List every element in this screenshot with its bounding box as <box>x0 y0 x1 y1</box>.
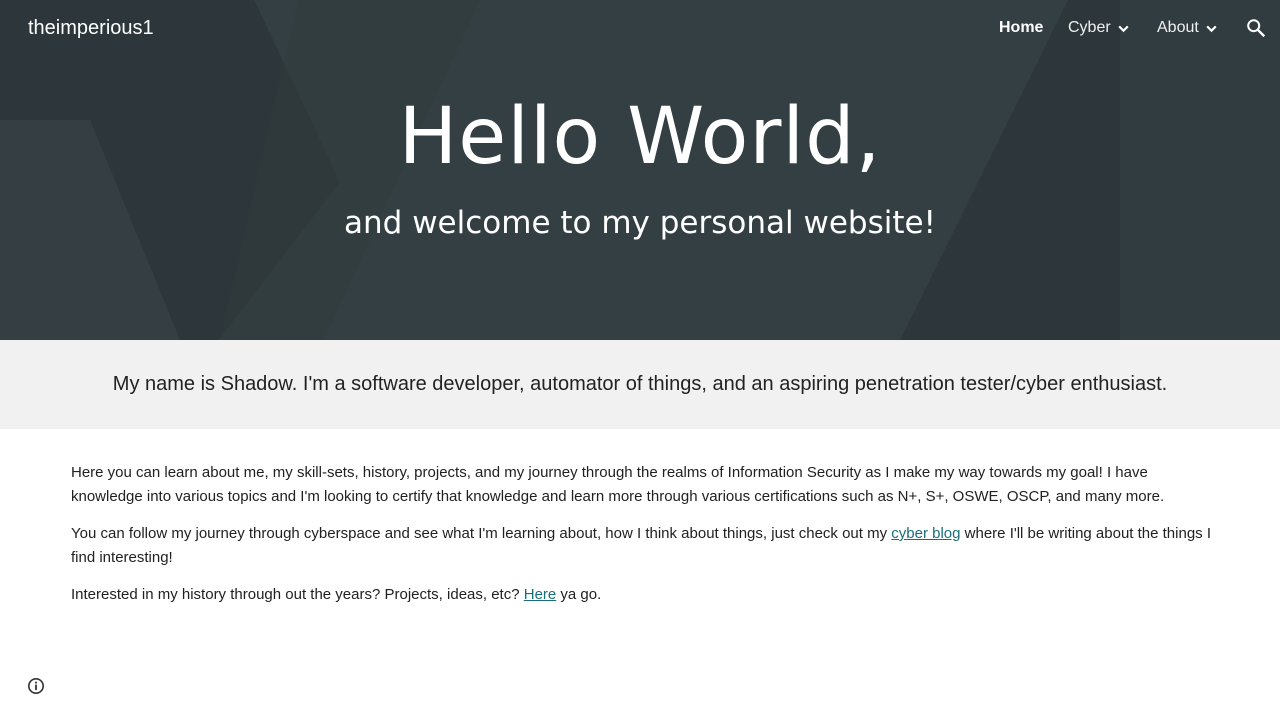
cyber-blog-link[interactable]: cyber blog <box>891 525 960 542</box>
main-content: Here you can learn about me, my skill-se… <box>71 461 1211 620</box>
search-icon[interactable] <box>1245 17 1267 39</box>
paragraph-journey: You can follow my journey through cybers… <box>71 522 1211 570</box>
paragraph-text: Interested in my history through out the… <box>71 586 524 603</box>
paragraph-text: ya go. <box>556 586 602 603</box>
info-icon[interactable] <box>27 677 45 695</box>
intro-text: My name is Shadow. I'm a software develo… <box>112 373 1168 395</box>
hero-title: Hello World, <box>398 92 882 182</box>
paragraph-text: You can follow my journey through cybers… <box>71 525 892 542</box>
nav-item-label: Cyber <box>1068 19 1111 36</box>
top-nav-bar: theimperious1 Home Cyber About <box>0 0 1280 58</box>
paragraph-about: Here you can learn about me, my skill-se… <box>71 464 1165 505</box>
nav-item-cyber[interactable]: Cyber <box>1068 19 1130 37</box>
history-link[interactable]: Here <box>524 586 557 603</box>
nav-item-home[interactable]: Home <box>999 19 1043 37</box>
chevron-down-icon[interactable] <box>1205 22 1218 35</box>
hero-banner: theimperious1 Home Cyber About Hello Wor… <box>0 0 1280 340</box>
chevron-down-icon[interactable] <box>1117 22 1130 35</box>
hero-subtitle: and welcome to my personal website! <box>344 205 936 241</box>
nav-item-label: About <box>1157 19 1199 36</box>
nav-item-about[interactable]: About <box>1157 19 1218 37</box>
nav-item-label: Home <box>999 19 1044 36</box>
paragraph-history: Interested in my history through out the… <box>71 583 1211 607</box>
intro-band: My name is Shadow. I'm a software develo… <box>0 340 1280 429</box>
site-title[interactable]: theimperious1 <box>28 17 154 40</box>
